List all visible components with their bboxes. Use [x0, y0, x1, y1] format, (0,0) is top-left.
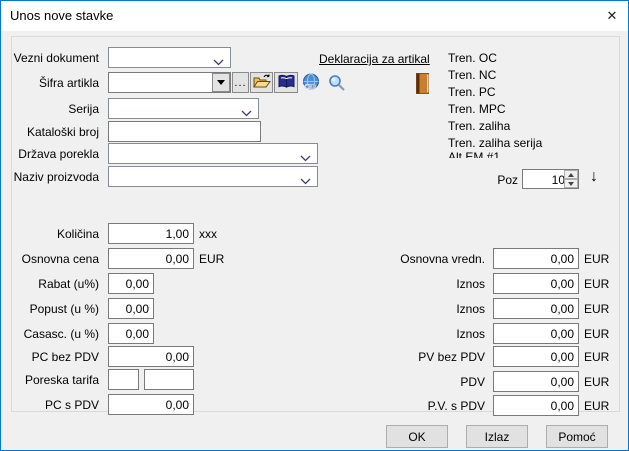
rabat-input[interactable] — [108, 273, 154, 294]
globe-link-icon — [301, 73, 321, 95]
drzava-porekla-label: Država porekla — [18, 147, 99, 161]
pv-bez-pdv-input[interactable] — [493, 346, 579, 367]
down-arrow-icon[interactable]: ↓ — [590, 168, 598, 186]
tren-zaliha-label: Tren. zaliha — [448, 119, 511, 133]
browse-ellipsis-button[interactable]: ... — [232, 72, 249, 93]
popust-label: Popust (u %) — [29, 302, 99, 316]
casasc-input[interactable] — [108, 323, 154, 344]
serija-label: Serija — [68, 102, 99, 116]
sifra-dropdown-button[interactable] — [212, 73, 230, 92]
iznos3-input[interactable] — [493, 323, 579, 344]
osnovna-vredn-label: Osnovna vredn. — [400, 252, 485, 266]
kolicina-unit-suffix: xxx — [199, 227, 217, 241]
kolicina-label: Količina — [56, 227, 99, 241]
pv-s-pdv-label: P.V. s PDV — [427, 399, 485, 413]
vezni-dokument-label: Vezni dokument — [13, 51, 99, 65]
magnifier-icon — [328, 75, 346, 95]
iznos3-label: Iznos — [456, 327, 485, 341]
tren-mpc-label: Tren. MPC — [448, 102, 506, 116]
pc-bez-pdv-input[interactable] — [108, 346, 194, 367]
alt-em-label: Alt EM #1 — [448, 150, 501, 158]
osnovna-cena-currency-suffix: EUR — [199, 252, 225, 266]
chevron-down-icon — [213, 55, 224, 69]
pv-s-pdv-currency-suffix: EUR — [584, 399, 610, 413]
casasc-label: Casasc. (u %) — [23, 327, 99, 341]
iznos1-currency-suffix: EUR — [584, 277, 610, 291]
pv-bez-pdv-currency-suffix: EUR — [584, 350, 610, 364]
poz-label: Poz — [497, 173, 518, 187]
iznos2-label: Iznos — [456, 302, 485, 316]
deklaracija-za-artikal-link[interactable]: Deklaracija za artikal — [319, 52, 430, 66]
naziv-proizvoda-label: Naziv proizvoda — [13, 170, 99, 184]
chevron-down-icon — [300, 151, 311, 165]
iznos2-currency-suffix: EUR — [584, 302, 610, 316]
tren-pc-label: Tren. PC — [448, 85, 496, 99]
poreska-tarifa-code-input[interactable] — [108, 369, 139, 390]
sifra-artikla-label: Šifra artikla — [38, 76, 99, 90]
dropdown-arrow-icon — [217, 80, 225, 85]
popust-input[interactable] — [108, 298, 154, 319]
kolicina-input[interactable] — [108, 223, 194, 244]
tren-oc-label: Tren. OC — [448, 51, 497, 65]
pdv-label: PDV — [460, 375, 485, 389]
open-folder-button[interactable] — [250, 72, 273, 93]
chevron-down-icon — [300, 174, 311, 188]
pv-s-pdv-input[interactable] — [493, 395, 579, 416]
dialog-unos-nove-stavke: Unos nove stavke ✕ Vezni dokument Šifra … — [0, 0, 629, 451]
pc-bez-pdv-label: PC bez PDV — [31, 350, 99, 364]
globe-link-button[interactable] — [301, 73, 321, 92]
rabat-label: Rabat (u%) — [38, 277, 99, 291]
book-icon — [277, 74, 296, 92]
osnovna-vredn-currency-suffix: EUR — [584, 252, 610, 266]
osnovna-vredn-input[interactable] — [493, 248, 579, 269]
kataloski-broj-label: Kataloški broj — [26, 125, 99, 139]
naziv-proizvoda-combo[interactable] — [108, 166, 318, 187]
iznos1-label: Iznos — [456, 277, 485, 291]
close-icon: ✕ — [606, 8, 618, 23]
pc-s-pdv-input[interactable] — [108, 394, 194, 415]
tren-nc-label: Tren. NC — [448, 68, 497, 82]
open-folder-icon — [252, 74, 271, 92]
poreska-tarifa-label: Poreska tarifa — [24, 373, 99, 387]
pc-s-pdv-label: PC s PDV — [44, 398, 99, 412]
spin-down-button[interactable] — [564, 179, 578, 188]
izlaz-button[interactable]: Izlaz — [466, 425, 528, 448]
brown-book-icon — [416, 73, 430, 97]
iznos3-currency-suffix: EUR — [584, 327, 610, 341]
osnovna-cena-input[interactable] — [108, 248, 194, 269]
drzava-porekla-combo[interactable] — [108, 143, 318, 164]
poz-spinner[interactable] — [522, 169, 579, 190]
titlebar: Unos nove stavke ✕ — [1, 1, 628, 31]
pomoc-button[interactable]: Pomoć — [546, 425, 608, 448]
pdv-currency-suffix: EUR — [584, 375, 610, 389]
poz-input[interactable] — [523, 170, 567, 190]
pdv-input[interactable] — [493, 371, 579, 392]
vezni-dokument-combo[interactable] — [108, 47, 231, 68]
iznos2-input[interactable] — [493, 298, 579, 319]
iznos1-input[interactable] — [493, 273, 579, 294]
close-button[interactable]: ✕ — [598, 4, 626, 28]
search-button[interactable] — [328, 74, 346, 92]
catalog-book-button[interactable] — [274, 72, 298, 93]
chevron-down-icon — [241, 106, 252, 120]
spin-up-button[interactable] — [564, 170, 578, 179]
osnovna-cena-label: Osnovna cena — [21, 252, 99, 266]
poreska-tarifa-name-input[interactable] — [144, 369, 194, 390]
ok-button[interactable]: OK — [386, 425, 448, 448]
kataloski-broj-input[interactable] — [108, 121, 261, 142]
pv-bez-pdv-label: PV bez PDV — [418, 350, 485, 364]
spinner-up-down-icons — [564, 170, 578, 188]
window-title: Unos nove stavke — [10, 8, 114, 23]
serija-combo[interactable] — [108, 98, 259, 119]
tren-zaliha-serija-label: Tren. zaliha serija — [448, 136, 543, 150]
